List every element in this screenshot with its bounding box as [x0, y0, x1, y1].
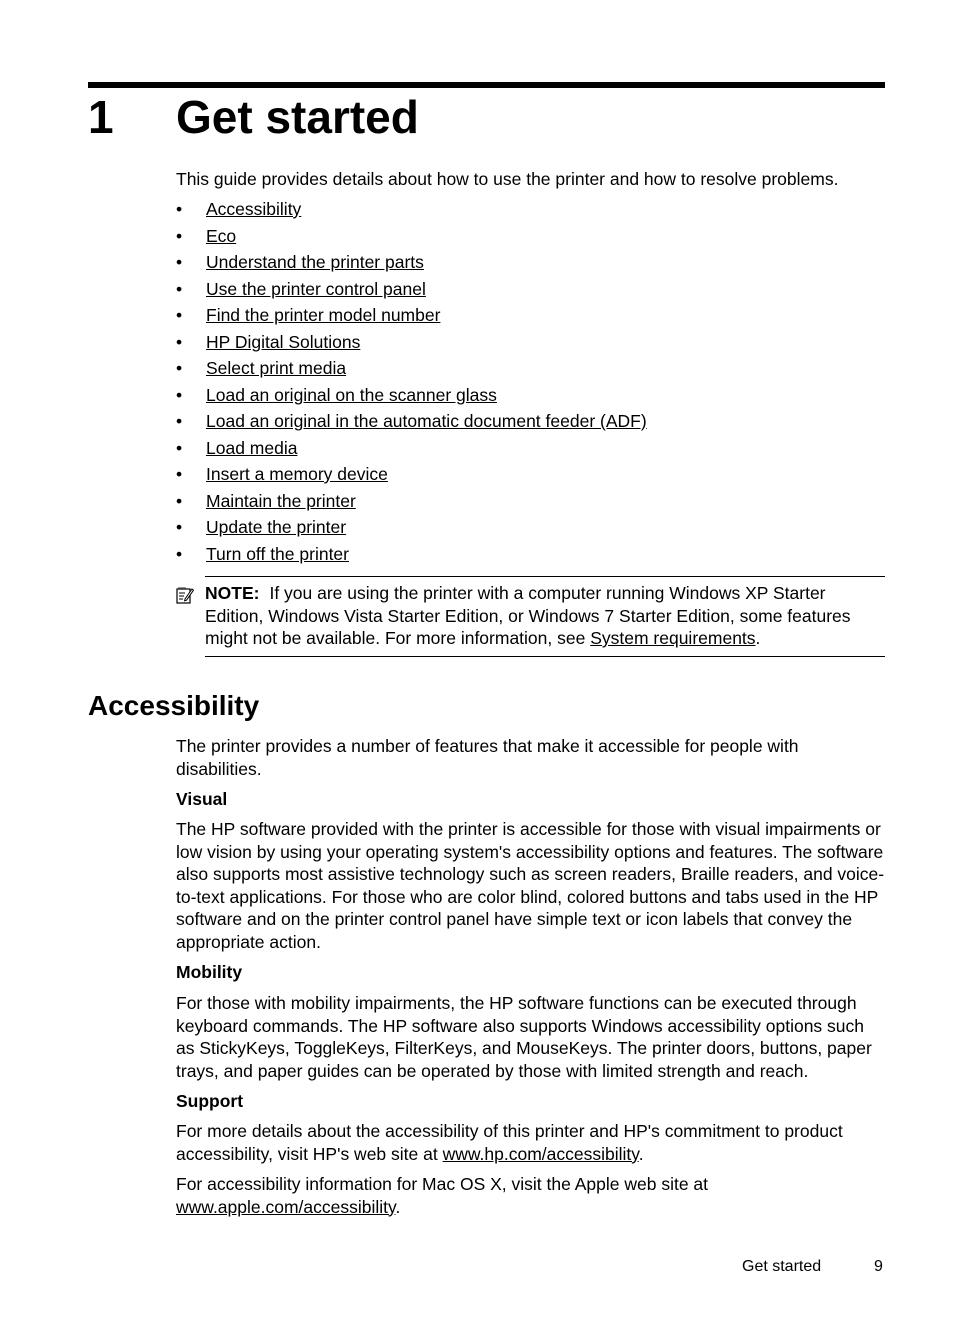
hp-accessibility-link[interactable]: www.hp.com/accessibility: [443, 1144, 639, 1164]
note-rule-bottom: [205, 656, 885, 657]
support-end-hp: .: [638, 1143, 644, 1164]
bullet: •: [176, 331, 183, 352]
toc-item: • Update the printer: [176, 516, 647, 543]
toc-link-model-number[interactable]: Find the printer model number: [206, 305, 440, 325]
note-label: NOTE:: [205, 583, 260, 603]
toc-item: • Understand the printer parts: [176, 251, 647, 278]
toc-link-accessibility[interactable]: Accessibility: [206, 199, 301, 219]
section-title: Accessibility: [88, 690, 260, 721]
bullet: •: [176, 384, 183, 405]
bullet: •: [176, 490, 183, 511]
support-paragraph-hp: For more details about the accessibility…: [176, 1120, 886, 1165]
bullet: •: [176, 543, 183, 564]
toc-link-eco[interactable]: Eco: [206, 226, 236, 246]
toc-link-turn-off[interactable]: Turn off the printer: [206, 544, 349, 564]
bullet: •: [176, 517, 183, 537]
bullet: •: [176, 225, 183, 246]
toc-link-update[interactable]: Update the printer: [206, 517, 346, 537]
toc-item: • Accessibility: [176, 198, 647, 225]
bullet: •: [176, 199, 183, 219]
chapter-rule: [88, 82, 885, 88]
toc-item: • Insert a memory device: [176, 463, 647, 490]
mobility-heading: Mobility: [176, 962, 243, 982]
toc-item: • Load media: [176, 437, 647, 464]
bullet: •: [176, 411, 183, 431]
support-heading: Support: [176, 1091, 244, 1111]
toc-item: • Use the printer control panel: [176, 278, 647, 305]
toc-item: • Find the printer model number: [176, 304, 647, 331]
toc-item: • Select print media: [176, 357, 647, 384]
toc-link-maintain[interactable]: Maintain the printer: [206, 491, 356, 511]
intro-paragraph: This guide provides details about how to…: [176, 169, 839, 189]
support-end-apple: .: [395, 1196, 401, 1217]
chapter-number: 1: [88, 91, 114, 143]
footer-page-number: 9: [874, 1258, 883, 1275]
chapter-title: Get started: [176, 91, 419, 143]
toc-link-printer-parts[interactable]: Understand the printer parts: [206, 252, 424, 272]
note-body: NOTE: If you are using the printer with a…: [205, 582, 885, 650]
note-end: .: [755, 628, 761, 648]
toc-link-control-panel[interactable]: Use the printer control panel: [206, 279, 426, 299]
toc-link-scanner-glass[interactable]: Load an original on the scanner glass: [206, 385, 497, 405]
toc-link-adf[interactable]: Load an original in the automatic docume…: [206, 411, 647, 431]
toc-item: • Load an original on the scanner glass: [176, 384, 647, 411]
accessibility-intro: The printer provides a number of feature…: [176, 736, 799, 779]
visual-paragraph: The HP software provided with the printe…: [176, 819, 885, 952]
bullet: •: [176, 305, 183, 325]
toc-link-load-media[interactable]: Load media: [206, 438, 297, 458]
toc-item: • Load an original in the automatic docum…: [176, 410, 647, 437]
apple-accessibility-link[interactable]: www.apple.com/accessibility: [176, 1197, 395, 1217]
support-paragraph-apple: For accessibility information for Mac OS…: [176, 1173, 886, 1218]
bullet: •: [176, 437, 183, 458]
footer-chapter-label: Get started: [742, 1258, 822, 1275]
mobility-paragraph: For those with mobility impairments, the…: [176, 993, 872, 1081]
bullet: •: [176, 358, 183, 378]
toc-item: • Maintain the printer: [176, 490, 647, 517]
toc-link-memory-device[interactable]: Insert a memory device: [206, 464, 388, 484]
toc-item: • Turn off the printer: [176, 543, 647, 570]
bullet: •: [176, 464, 183, 484]
toc-list: • Accessibility • Eco • Understand the prin…: [176, 198, 647, 569]
toc-item: • Eco: [176, 225, 647, 252]
toc-link-print-media[interactable]: Select print media: [206, 358, 346, 378]
note-rule-top: [205, 576, 885, 577]
visual-heading: Visual: [176, 789, 228, 809]
bullet: •: [176, 252, 183, 272]
toc-link-digital-solutions[interactable]: HP Digital Solutions: [206, 332, 360, 352]
system-requirements-link[interactable]: System requirements: [590, 628, 755, 648]
toc-item: • HP Digital Solutions: [176, 331, 647, 358]
note-icon: [176, 587, 194, 604]
support-text-apple: For accessibility information for Mac OS…: [176, 1174, 709, 1194]
bullet: •: [176, 278, 183, 299]
